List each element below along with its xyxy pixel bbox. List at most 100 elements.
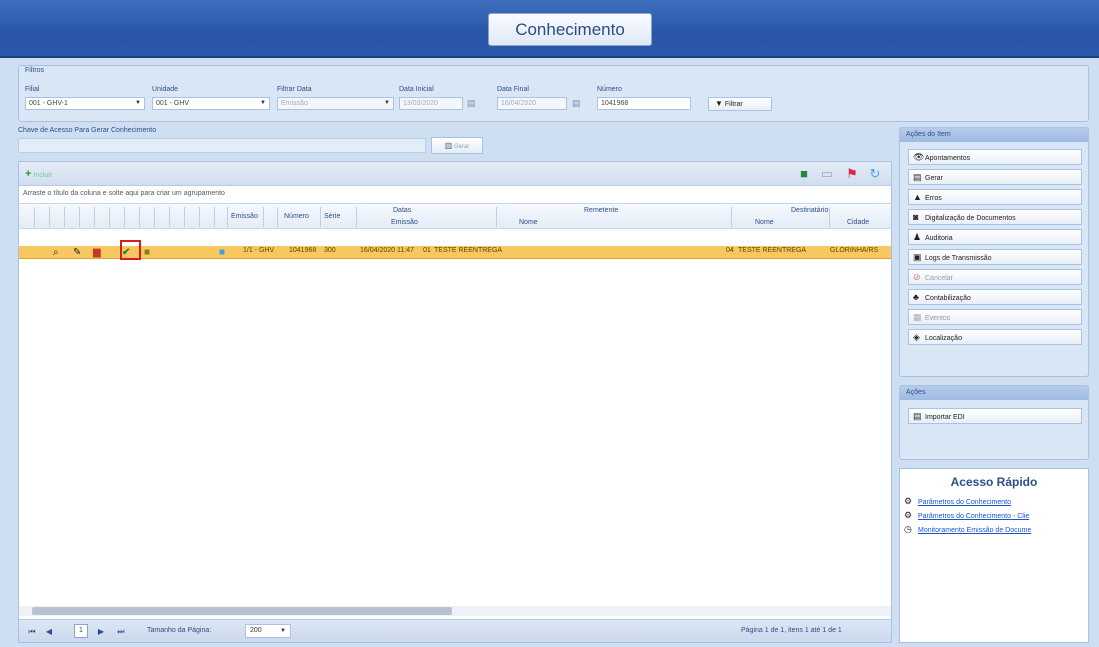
refresh-icon[interactable]: ↻ bbox=[867, 166, 883, 182]
quick-link-label[interactable]: Parâmetros do Conhecimento bbox=[918, 499, 1011, 506]
conhecimento-grid: + Incluir ■ ▭ ⚑ ↻ Arraste o título da co… bbox=[18, 161, 892, 643]
last-page-icon[interactable]: ⏭ bbox=[115, 625, 127, 638]
importar-edi-label: Importar EDI bbox=[925, 414, 965, 421]
chave-input[interactable] bbox=[18, 138, 426, 153]
gerar-button[interactable]: ▤ Gerar bbox=[908, 169, 1082, 185]
col-destinatario[interactable]: Destinatário bbox=[791, 207, 828, 214]
horizontal-scrollbar[interactable] bbox=[19, 606, 891, 616]
filtrar-data-label: Filtrar Data bbox=[277, 86, 312, 93]
data-inicial-input[interactable]: 13/03/2020 bbox=[399, 97, 463, 110]
chevron-down-icon: ▼ bbox=[135, 100, 141, 106]
filters-panel: Filtros Filial 001 - GHV-1 ▼ Unidade 001… bbox=[18, 65, 1089, 122]
document-icon: ▤ bbox=[913, 172, 922, 182]
row-remetente-code: 01 bbox=[423, 247, 431, 254]
current-page[interactable]: 1 bbox=[74, 624, 88, 638]
localizacao-label: Localização bbox=[925, 335, 962, 342]
chevron-down-icon: ▼ bbox=[260, 100, 266, 106]
data-final-value: 16/04/2020 bbox=[501, 100, 537, 107]
app-header: Conhecimento bbox=[0, 0, 1099, 58]
chave-label: Chave de Acesso Para Gerar Conhecimento bbox=[18, 127, 157, 134]
calendar-icon: ▦ bbox=[913, 312, 922, 322]
auditoria-button[interactable]: ♟ Auditoria bbox=[908, 229, 1082, 245]
col-numero[interactable]: Número bbox=[284, 213, 309, 220]
page-size-select[interactable]: 200 ▼ bbox=[245, 624, 291, 638]
filial-value: 001 - GHV-1 bbox=[29, 100, 68, 107]
filial-select[interactable]: 001 - GHV-1 ▼ bbox=[25, 97, 145, 110]
flag-icon[interactable]: ⚑ bbox=[844, 166, 860, 182]
gear-icon: ⚙ bbox=[904, 496, 913, 506]
eventos-label: Eventos bbox=[925, 315, 951, 322]
user-icon: ♟ bbox=[913, 232, 922, 242]
auditoria-label: Auditoria bbox=[925, 235, 953, 242]
col-datas-emissao[interactable]: Emissão bbox=[391, 219, 418, 226]
next-page-icon[interactable]: ▶ bbox=[95, 625, 107, 638]
status-blue-icon: ■ bbox=[219, 247, 226, 258]
excel-export-icon[interactable]: ■ bbox=[796, 166, 812, 182]
col-remetente-nome[interactable]: Nome bbox=[519, 219, 538, 226]
contabilizacao-button[interactable]: ♣ Contabilização bbox=[908, 289, 1082, 305]
logs-button[interactable]: ▣ Logs de Transmissão bbox=[908, 249, 1082, 265]
check-highlight bbox=[120, 240, 141, 260]
cancelar-button[interactable]: ⊘ Cancelar bbox=[908, 269, 1082, 285]
row-emissao-unit: 1/1 - GHV bbox=[243, 247, 275, 254]
calendar-icon[interactable]: ▤ bbox=[467, 97, 479, 110]
quick-link-label[interactable]: Monitoramento Emissão de Docume bbox=[918, 527, 1031, 534]
unidade-label: Unidade bbox=[152, 86, 179, 93]
col-serie[interactable]: Série bbox=[324, 213, 340, 220]
eye-icon: 👁 bbox=[913, 152, 925, 162]
trash-icon[interactable]: ▆ bbox=[93, 246, 101, 259]
localizacao-button[interactable]: ◈ Localização bbox=[908, 329, 1082, 345]
logs-label: Logs de Transmissão bbox=[925, 255, 992, 262]
eventos-button[interactable]: ▦ Eventos bbox=[908, 309, 1082, 325]
contabilizacao-label: Contabilização bbox=[925, 295, 971, 302]
numero-value: 1041968 bbox=[601, 100, 629, 107]
status-square-icon: ■ bbox=[144, 247, 151, 258]
add-button-label: Incluir bbox=[33, 172, 53, 179]
filters-heading: Filtros bbox=[25, 67, 45, 74]
row-serie: 300 bbox=[324, 247, 336, 254]
scrollbar-thumb[interactable] bbox=[32, 607, 452, 615]
filtrar-data-select[interactable]: Emissão ▼ bbox=[277, 97, 394, 110]
gerar-chave-button[interactable]: ▥ Gerar bbox=[431, 137, 483, 154]
chevron-down-icon: ▼ bbox=[384, 100, 390, 106]
data-inicial-label: Data Inicial bbox=[399, 86, 434, 93]
row-remetente: TESTE REENTREGA bbox=[434, 247, 503, 254]
quick-link-parametros-cliente[interactable]: ⚙ Parâmetros do Conhecimento - Clie bbox=[904, 510, 1029, 521]
group-hint: Arraste o título da coluna e solte aqui … bbox=[23, 190, 225, 197]
grid-header: Emissão Número Série Datas Emissão Remet… bbox=[19, 203, 891, 229]
data-final-input[interactable]: 16/04/2020 bbox=[497, 97, 567, 110]
numero-label: Número bbox=[597, 86, 622, 93]
quick-link-monitoramento[interactable]: ◷ Monitoramento Emissão de Docume bbox=[904, 524, 1031, 535]
cancelar-label: Cancelar bbox=[925, 275, 954, 282]
first-page-icon[interactable]: ⏮ bbox=[26, 625, 38, 638]
col-emissao[interactable]: Emissão bbox=[231, 213, 258, 220]
acoes-panel: Ações ▤ Importar EDI bbox=[899, 385, 1089, 460]
quick-link-label[interactable]: Parâmetros do Conhecimento - Clie bbox=[918, 513, 1029, 520]
table-row[interactable]: ⌕ ✎ ▆ ✔ ■ ■ 1/1 - GHV 1041968 300 16/04/… bbox=[19, 246, 891, 259]
data-inicial-value: 13/03/2020 bbox=[403, 100, 439, 107]
importar-edi-button[interactable]: ▤ Importar EDI bbox=[908, 408, 1082, 424]
edit-pencil-icon[interactable]: ✎ bbox=[73, 246, 81, 259]
quick-link-parametros[interactable]: ⚙ Parâmetros do Conhecimento bbox=[904, 496, 1011, 507]
row-dest-code: 04 bbox=[726, 247, 734, 254]
col-dest-nome[interactable]: Nome bbox=[755, 219, 774, 226]
add-button[interactable]: + Incluir bbox=[25, 168, 52, 180]
prev-page-icon[interactable]: ◀ bbox=[43, 625, 55, 638]
erros-button[interactable]: ▲ Erros bbox=[908, 189, 1082, 205]
print-icon[interactable]: ▭ bbox=[819, 166, 835, 182]
database-icon: ▤ bbox=[913, 411, 922, 421]
calendar-icon[interactable]: ▤ bbox=[572, 97, 584, 110]
apontamentos-button[interactable]: 👁Apontamentos bbox=[908, 149, 1082, 165]
pager-info: Página 1 de 1, itens 1 até 1 de 1 bbox=[741, 627, 842, 634]
col-dest-cidade[interactable]: Cidade bbox=[847, 219, 869, 226]
unidade-select[interactable]: 001 - GHV ▼ bbox=[152, 97, 270, 110]
col-remetente[interactable]: Remetente bbox=[584, 207, 618, 214]
digitalizacao-button[interactable]: ◙ Digitalização de Documentos bbox=[908, 209, 1082, 225]
numero-input[interactable]: 1041968 bbox=[597, 97, 691, 110]
col-datas[interactable]: Datas bbox=[393, 207, 411, 214]
filter-button-label: Filtrar bbox=[724, 101, 743, 108]
search-icon[interactable]: ⌕ bbox=[53, 246, 59, 259]
page-title: Conhecimento bbox=[488, 13, 652, 46]
page-size-label: Tamanho da Página: bbox=[147, 627, 212, 634]
filter-button[interactable]: ▼ Filtrar bbox=[708, 97, 772, 111]
